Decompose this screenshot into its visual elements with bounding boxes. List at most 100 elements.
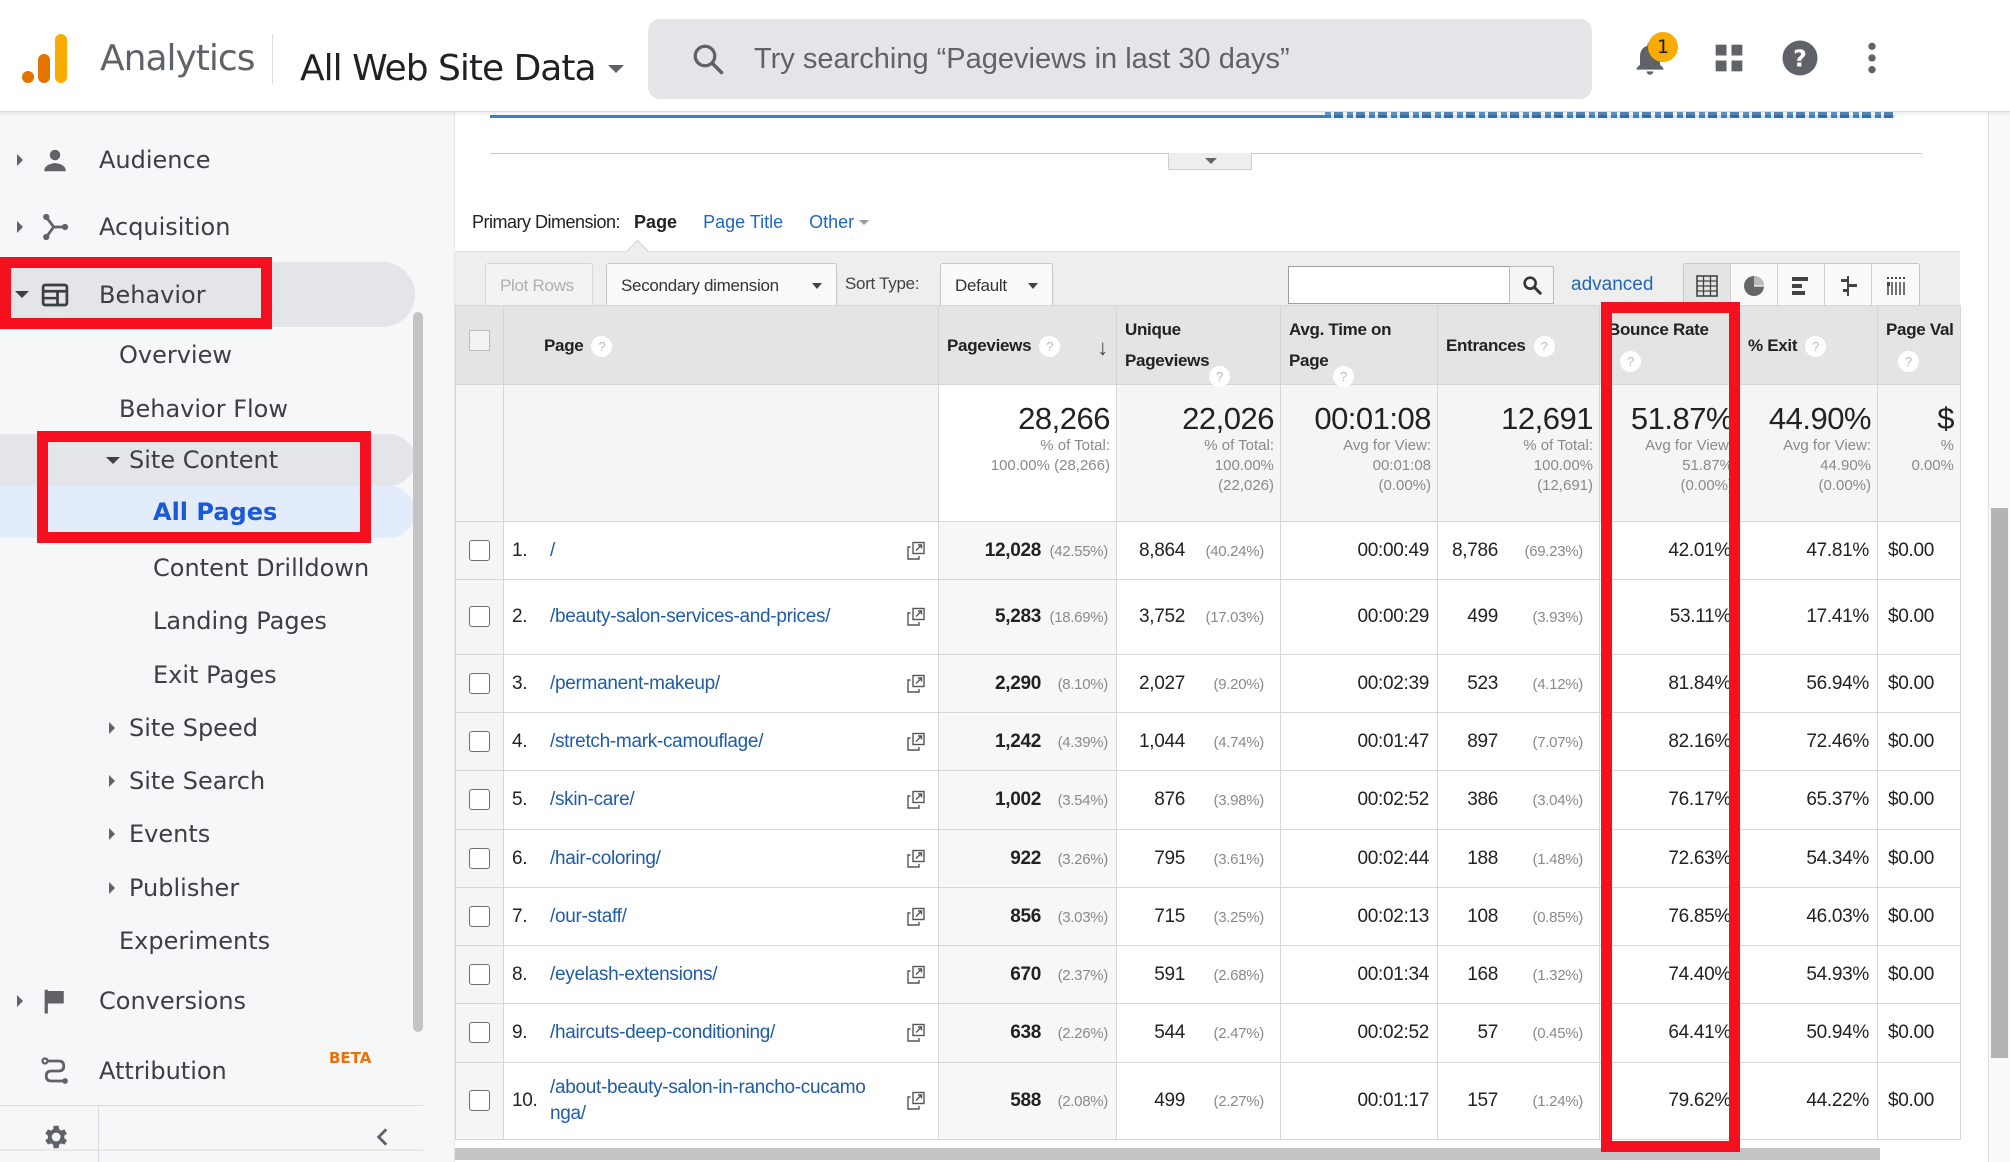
select-all-checkbox[interactable] [469, 329, 490, 351]
col-header-avg-time-on-page[interactable]: Avg. Time on Page? [1280, 305, 1438, 388]
open-page-icon[interactable] [906, 674, 926, 694]
filter-search-button[interactable] [1509, 266, 1554, 304]
avg-time-cell: 00:02:39 [1280, 654, 1438, 713]
row-checkbox[interactable] [469, 1022, 490, 1044]
table-view-button[interactable] [1684, 264, 1731, 307]
entrances-cell: 57 (0.45%) [1437, 1003, 1600, 1063]
sidebar-item-attribution[interactable]: Attribution BETA [0, 1040, 415, 1102]
property-selector[interactable]: All Web Site Data [300, 48, 624, 89]
select-all-cell [455, 305, 504, 385]
open-page-icon[interactable] [906, 732, 926, 752]
help-icon[interactable]: ? [1039, 335, 1061, 357]
page-link[interactable]: / [550, 538, 874, 564]
sidebar-item-experiments[interactable]: Experiments [0, 910, 415, 972]
sidebar-item-audience[interactable]: Audience [0, 129, 415, 191]
help-icon[interactable]: ? [1209, 366, 1230, 388]
row-checkbox[interactable] [469, 672, 490, 694]
gear-icon[interactable] [40, 1122, 70, 1152]
sidebar-item-behavior-flow[interactable]: Behavior Flow [0, 378, 415, 440]
search-icon [1522, 276, 1542, 295]
col-header-page[interactable]: Page? [503, 305, 939, 385]
help-icon[interactable]: ? [1805, 335, 1827, 357]
top-header: Analytics All Web Site Data Try searchin… [0, 0, 2010, 112]
search-bar[interactable]: Try searching “Pageviews in last 30 days… [648, 19, 1592, 99]
plot-rows-button[interactable]: Plot Rows [485, 263, 593, 308]
page-link[interactable]: /hair-coloring/ [550, 846, 874, 872]
sidebar-item-events[interactable]: Events [0, 803, 415, 865]
row-checkbox[interactable] [469, 789, 490, 811]
page-link[interactable]: /haircuts-deep-conditioning/ [550, 1020, 874, 1046]
unique-pageviews-cell: 1,044 (4.74%) [1116, 712, 1281, 771]
more-vert-icon[interactable] [1852, 38, 1892, 78]
primary-dimension-label: Primary Dimension: [472, 211, 621, 232]
dimension-page[interactable]: Page [634, 212, 677, 233]
help-icon[interactable]: ? [1620, 351, 1641, 373]
comparison-view-button[interactable] [1825, 264, 1872, 307]
sidebar-item-landing-pages[interactable]: Landing Pages [0, 590, 415, 652]
chart-toggle-button[interactable] [1168, 153, 1252, 170]
row-checkbox[interactable] [469, 606, 490, 628]
open-page-icon[interactable] [906, 907, 926, 927]
page-link[interactable]: /permanent-makeup/ [550, 671, 874, 697]
row-checkbox[interactable] [469, 905, 490, 927]
sidebar-item-label: Conversions [99, 987, 247, 1015]
table-filter-input[interactable] [1288, 266, 1510, 304]
page-link[interactable]: /about-beauty-salon-in-rancho-cucamonga/ [550, 1075, 874, 1127]
col-header-pageviews[interactable]: Pageviews? ↓ [938, 305, 1117, 385]
row-number: 6. [512, 847, 528, 869]
row-checkbox[interactable] [469, 730, 490, 752]
sort-type-dropdown[interactable]: Default [940, 263, 1053, 308]
row-checkbox[interactable] [469, 1090, 490, 1112]
pivot-view-button[interactable] [1872, 264, 1919, 307]
pageviews-cell: 2,290 (8.10%) [938, 654, 1117, 713]
open-page-icon[interactable] [906, 1091, 926, 1111]
sidebar-item-behavior[interactable]: Behavior [0, 262, 415, 327]
bounce-rate-cell: 81.84% [1599, 654, 1740, 713]
apps-grid-icon[interactable] [1709, 38, 1749, 78]
page-link[interactable]: /beauty-salon-services-and-prices/ [550, 604, 874, 630]
open-page-icon[interactable] [906, 607, 926, 627]
sidebar-item-acquisition[interactable]: Acquisition [0, 196, 415, 258]
sidebar-item-site-content[interactable]: Site Content [0, 434, 415, 486]
open-page-icon[interactable] [906, 1023, 926, 1043]
help-icon[interactable]: ? [1333, 366, 1354, 388]
analytics-logo[interactable] [22, 32, 70, 84]
open-page-icon[interactable] [906, 965, 926, 985]
page-link[interactable]: /eyelash-extensions/ [550, 962, 874, 988]
vertical-scrollbar[interactable] [1991, 508, 2008, 1058]
unique-pageviews-percent: (3.98%) [1213, 792, 1265, 809]
col-header-unique-pageviews[interactable]: Unique Pageviews? [1116, 305, 1281, 388]
page-link[interactable]: /our-staff/ [550, 904, 874, 930]
pie-view-button[interactable] [1731, 264, 1778, 307]
page-link[interactable]: /stretch-mark-camouflage/ [550, 729, 874, 755]
secondary-dimension-dropdown[interactable]: Secondary dimension [606, 263, 837, 308]
open-page-icon[interactable] [906, 790, 926, 810]
page-link[interactable]: /skin-care/ [550, 787, 874, 813]
col-header-exit[interactable]: % Exit? [1739, 305, 1878, 385]
col-header-page-value[interactable]: Page Val? [1877, 305, 1961, 385]
sidebar-item-conversions[interactable]: Conversions [0, 970, 415, 1032]
open-page-icon[interactable] [906, 541, 926, 561]
advanced-filter-link[interactable]: advanced [1571, 274, 1653, 296]
help-icon[interactable]: ? [591, 335, 613, 357]
row-checkbox[interactable] [469, 963, 490, 985]
sidebar-scrollbar[interactable] [413, 312, 423, 1032]
sidebar-item-all-pages[interactable]: All Pages [0, 486, 415, 538]
dimension-other[interactable]: Other [809, 212, 870, 233]
dimension-page-title[interactable]: Page Title [703, 212, 783, 233]
help-icon[interactable]: ? [1780, 38, 1820, 78]
help-icon[interactable]: ? [1533, 335, 1555, 357]
sidebar-item-overview[interactable]: Overview [0, 324, 415, 386]
col-header-entrances[interactable]: Entrances? [1437, 305, 1600, 385]
row-number: 9. [512, 1022, 528, 1043]
chevron-left-icon[interactable] [370, 1124, 396, 1150]
pageviews-cell: 922 (3.26%) [938, 829, 1117, 888]
open-page-icon[interactable] [906, 849, 926, 869]
performance-view-button[interactable] [1778, 264, 1825, 307]
caret-down-icon [607, 64, 624, 73]
col-header-bounce-rate[interactable]: Bounce Rate? [1599, 305, 1740, 385]
row-checkbox[interactable] [469, 539, 490, 561]
row-checkbox[interactable] [469, 847, 490, 869]
horizontal-scrollbar[interactable] [455, 1148, 1880, 1160]
help-icon[interactable]: ? [1898, 351, 1919, 373]
